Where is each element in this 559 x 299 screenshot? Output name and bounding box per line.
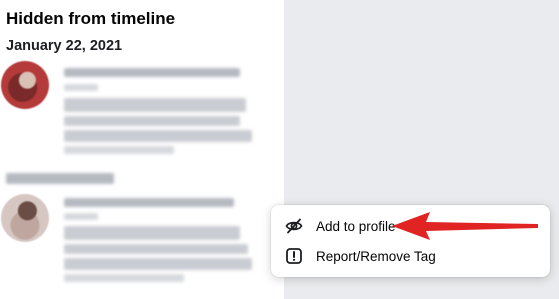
report-remove-tag-menu-item[interactable]: Report/Remove Tag [277, 241, 544, 271]
exclamation-box-icon [285, 247, 303, 265]
eye-slash-icon [285, 217, 303, 235]
redacted-date-header [6, 173, 114, 184]
date-header: January 22, 2021 [6, 38, 123, 54]
menu-item-label: Report/Remove Tag [316, 248, 436, 264]
avatar[interactable] [1, 194, 49, 242]
timeline-review-panel: Hidden from timeline January 22, 2021 [0, 0, 284, 299]
menu-item-label: Add to profile [316, 218, 396, 234]
avatar[interactable] [1, 61, 49, 109]
add-to-profile-menu-item[interactable]: Add to profile [277, 211, 544, 241]
post-options-menu: Add to profile Report/Remove Tag [271, 205, 550, 277]
section-title: Hidden from timeline [6, 9, 176, 28]
